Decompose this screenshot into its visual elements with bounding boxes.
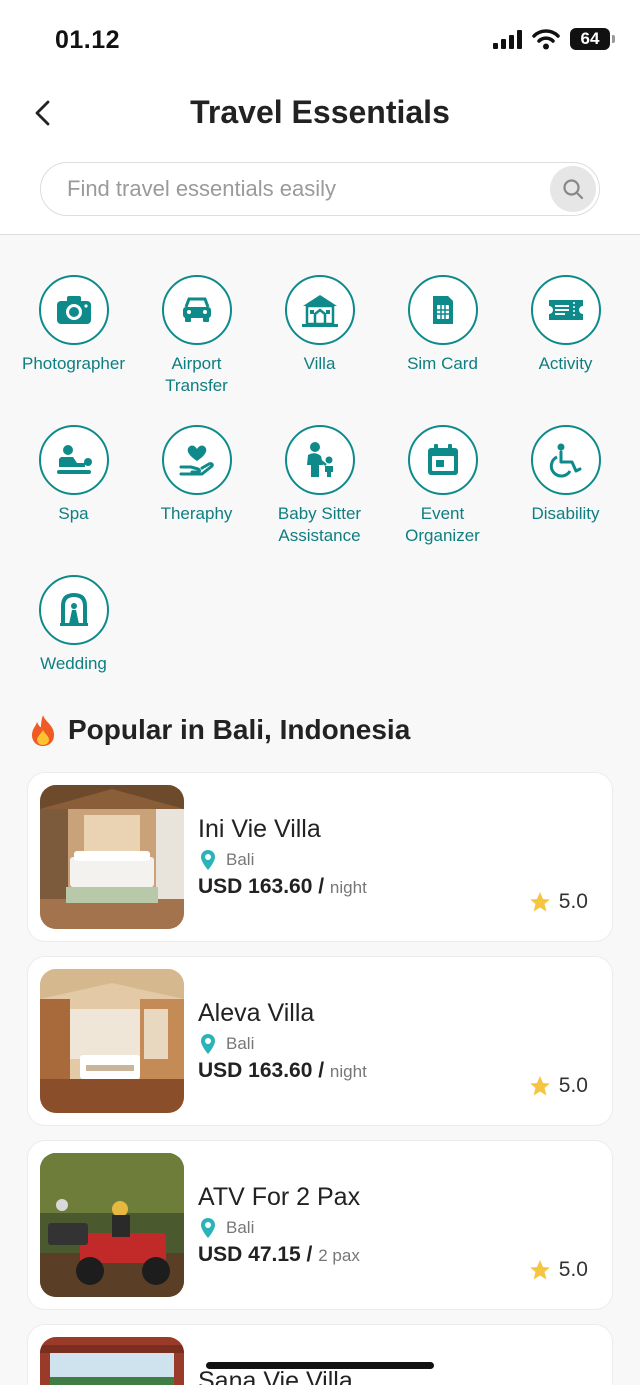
category-disability[interactable]: Disability (504, 425, 627, 547)
header: Travel Essentials (0, 80, 640, 235)
category-label: Wedding (40, 654, 107, 673)
category-grid: Photographer Airport Transfer Villa Sim … (12, 275, 628, 675)
category-label: Airport Transfer (165, 354, 228, 395)
category-label: Villa (303, 354, 336, 373)
calendar-icon (407, 425, 478, 495)
listing-card[interactable]: Aleva Villa Bali USD 163.60 / night 5.0 (27, 956, 613, 1126)
rating-value: 5.0 (558, 1074, 588, 1097)
category-sim-card[interactable]: Sim Card (381, 275, 504, 397)
search-bar (40, 162, 600, 216)
search-input[interactable] (67, 163, 537, 215)
ticket-icon (530, 275, 601, 345)
sim-card-icon (407, 275, 478, 345)
category-baby-sitter[interactable]: Baby Sitter Assistance (258, 425, 381, 547)
star-icon (529, 1260, 550, 1280)
category-label: Photographer (21, 354, 126, 373)
price-value: USD 47.15 / (198, 1243, 313, 1266)
category-airport-transfer[interactable]: Airport Transfer (135, 275, 258, 397)
price-unit: 2 pax (318, 1246, 360, 1265)
listing-price: USD 47.15 / 2 pax (198, 1243, 360, 1267)
listing-title: ATV For 2 Pax (198, 1183, 361, 1211)
listing-card[interactable]: ATV For 2 Pax Bali USD 47.15 / 2 pax 5.0 (27, 1140, 613, 1310)
heart-hand-icon (161, 425, 232, 495)
category-label: Sim Card (407, 354, 478, 373)
popular-section-title: Popular in Bali, Indonesia (28, 713, 410, 747)
category-theraphy[interactable]: Theraphy (135, 425, 258, 547)
spa-icon (38, 425, 109, 495)
category-label: Baby Sitter Assistance (277, 504, 362, 545)
category-label: Spa (58, 504, 89, 523)
search-icon (563, 179, 584, 200)
location-text: Bali (226, 1034, 255, 1053)
listing-price: USD 163.60 / night (198, 1059, 367, 1083)
page-title: Travel Essentials (190, 94, 450, 130)
rating-value: 5.0 (558, 1258, 588, 1281)
baby-sitter-icon (284, 425, 355, 495)
price-unit: night (329, 878, 367, 897)
category-wedding[interactable]: Wedding (12, 575, 135, 675)
location-text: Bali (226, 1218, 255, 1237)
listing-title: Ini Vie Villa (198, 815, 321, 843)
listing-image (40, 1153, 184, 1297)
listing-price: USD 163.60 / night (198, 875, 367, 899)
car-icon (161, 275, 232, 345)
price-value: USD 163.60 / (198, 875, 325, 898)
category-label: Theraphy (160, 504, 233, 523)
wedding-arch-icon (38, 575, 109, 645)
location-pin-icon (201, 1218, 215, 1238)
price-value: USD 163.60 / (198, 1059, 325, 1082)
status-icons: 64 (493, 28, 615, 50)
price-unit: night (329, 1062, 367, 1081)
signal-icon (493, 29, 522, 49)
listing-image (40, 969, 184, 1113)
category-spa[interactable]: Spa (12, 425, 135, 547)
category-label: Activity (538, 354, 593, 373)
villa-icon (284, 275, 355, 345)
location-text: Bali (226, 850, 255, 869)
home-indicator[interactable] (206, 1362, 434, 1369)
listing-card[interactable]: Sana Vie Villa (27, 1324, 613, 1385)
fire-icon (32, 715, 54, 746)
search-button[interactable] (550, 166, 596, 212)
rating-value: 5.0 (558, 890, 588, 913)
wifi-icon (532, 29, 560, 50)
listing-location: Bali (200, 849, 254, 871)
category-label: Disability (531, 504, 600, 523)
listing-rating: 5.0 (529, 1258, 588, 1282)
category-event-organizer[interactable]: Event Organizer (381, 425, 504, 547)
listing-title: Aleva Villa (198, 999, 315, 1027)
listing-rating: 5.0 (529, 890, 588, 914)
battery-indicator: 64 (570, 28, 615, 50)
listing-card[interactable]: Ini Vie Villa Bali USD 163.60 / night 5.… (27, 772, 613, 942)
status-time: 01.12 (55, 26, 121, 54)
category-label: Event Organizer (405, 504, 480, 545)
star-icon (529, 892, 550, 912)
location-pin-icon (201, 1034, 215, 1054)
star-icon (529, 1076, 550, 1096)
category-villa[interactable]: Villa (258, 275, 381, 397)
category-photographer[interactable]: Photographer (12, 275, 135, 397)
category-activity[interactable]: Activity (504, 275, 627, 397)
wheelchair-icon (530, 425, 601, 495)
listing-image (40, 785, 184, 929)
listing-title: Sana Vie Villa (198, 1367, 353, 1385)
camera-icon (38, 275, 109, 345)
listing-image (40, 1337, 184, 1385)
section-title-text: Popular in Bali, Indonesia (68, 714, 411, 745)
listing-location: Bali (200, 1033, 254, 1055)
listing-location: Bali (200, 1217, 254, 1239)
listing-rating: 5.0 (529, 1074, 588, 1098)
location-pin-icon (201, 850, 215, 870)
status-bar: 01.12 64 (0, 0, 640, 80)
